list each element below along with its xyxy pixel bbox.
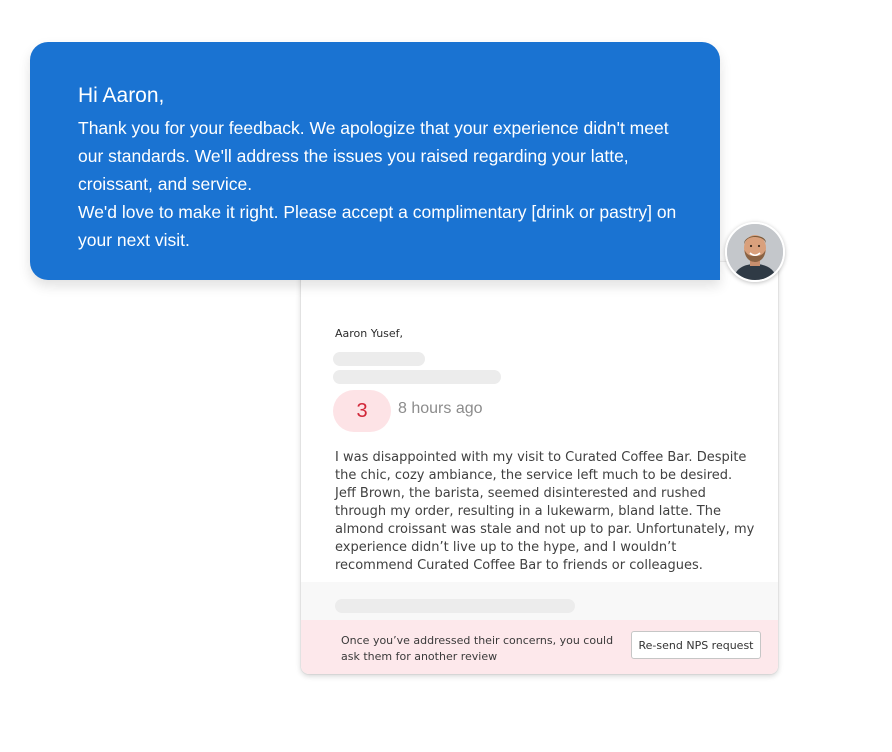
reply-paragraph: Thank you for your feedback. We apologiz… xyxy=(78,118,669,194)
review-timestamp: 8 hours ago xyxy=(398,400,483,417)
user-avatar-icon xyxy=(725,222,785,282)
reviewer-name: Aaron Yusef, xyxy=(335,327,404,340)
placeholder-line xyxy=(333,370,501,384)
placeholder-line xyxy=(335,599,575,613)
review-card: Aaron Yusef, 3 8 hours ago I was disappo… xyxy=(301,262,778,674)
reply-paragraph: We'd love to make it right. Please accep… xyxy=(78,202,677,250)
reply-greeting: Hi Aaron, xyxy=(78,84,165,107)
footer-message: Once you’ve addressed their concerns, yo… xyxy=(341,634,614,663)
reply-body: Thank you for your feedback. We apologiz… xyxy=(78,114,678,254)
resend-nps-button[interactable]: Re-send NPS request xyxy=(631,631,761,659)
person-icon xyxy=(727,224,783,280)
review-text: I was disappointed with my visit to Cura… xyxy=(335,450,755,573)
placeholder-line xyxy=(333,352,425,366)
review-footer: Once you’ve addressed their concerns, yo… xyxy=(301,620,778,674)
placeholder-band xyxy=(301,582,778,620)
reply-message-bubble: Hi Aaron, Thank you for your feedback. W… xyxy=(30,42,720,280)
nps-score-badge: 3 xyxy=(333,390,391,432)
